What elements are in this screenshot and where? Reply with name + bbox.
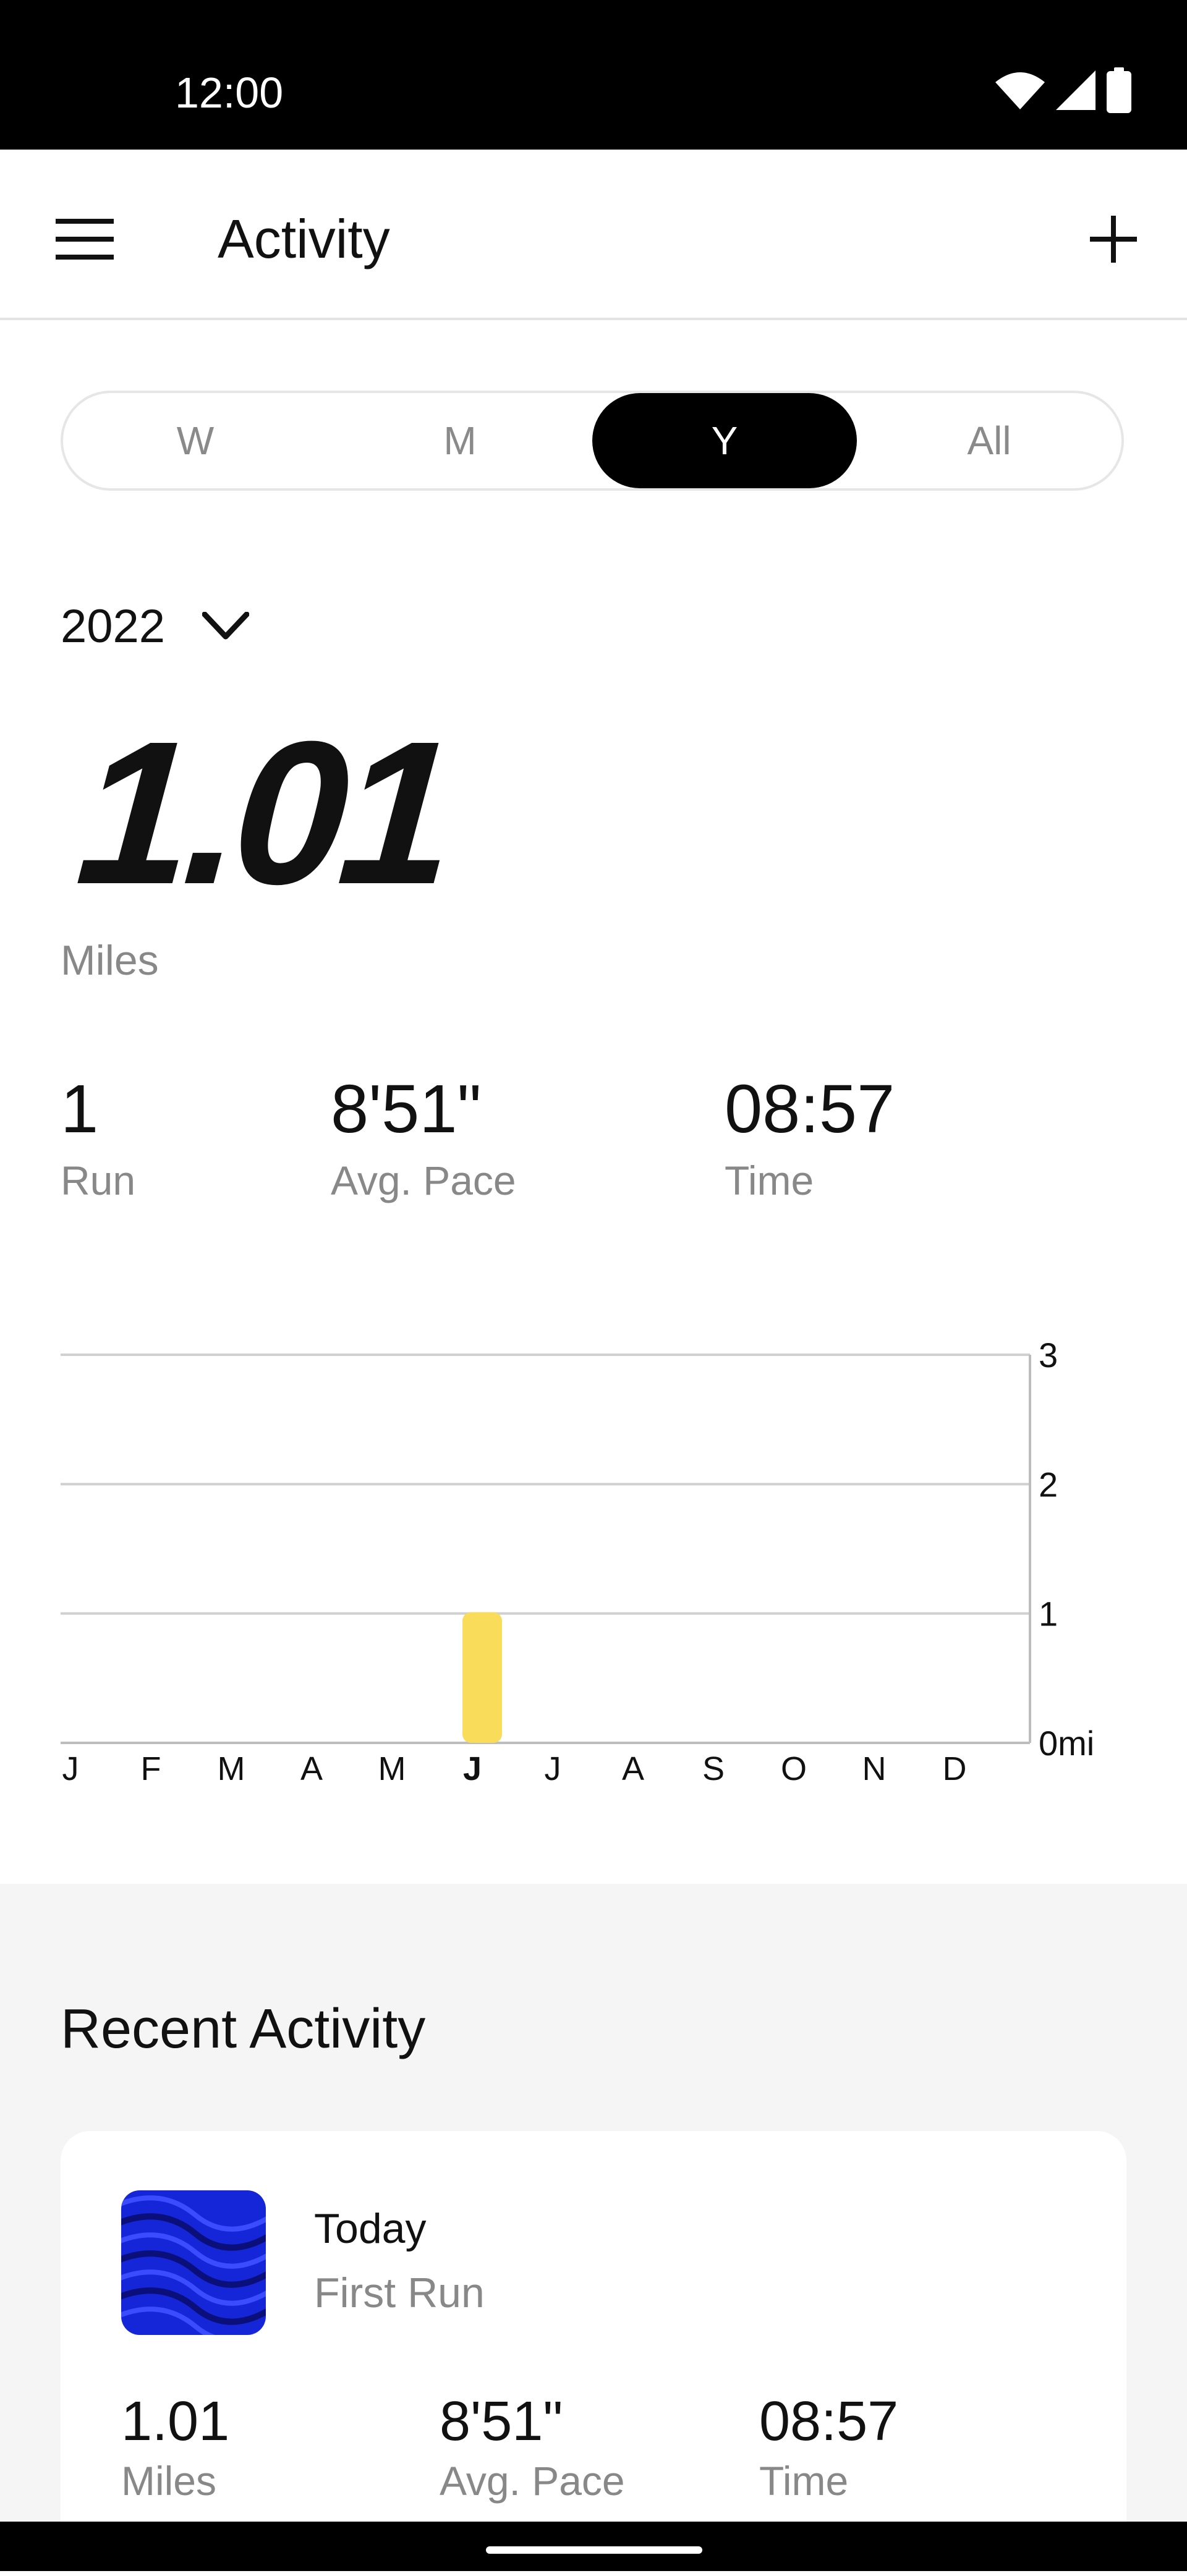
signal-icon bbox=[1056, 70, 1096, 110]
wifi-icon bbox=[995, 72, 1045, 109]
stat-runs: 1 Run bbox=[61, 1069, 135, 1205]
chart-x-tick-label: M bbox=[218, 1750, 245, 1787]
stat-label: Avg. Pace bbox=[331, 1158, 516, 1203]
chart-x-tick-label: O bbox=[781, 1750, 807, 1787]
battery-icon bbox=[1107, 67, 1131, 113]
status-time: 12:00 bbox=[175, 69, 284, 117]
menu-icon bbox=[56, 219, 114, 260]
total-distance-unit: Miles bbox=[61, 937, 159, 984]
chart-x-tick-label: D bbox=[943, 1750, 967, 1787]
stat-label: Time bbox=[759, 2458, 849, 2504]
stat-label: Avg. Pace bbox=[440, 2458, 625, 2504]
yearly-distance-chart: 0mi 1 2 3 J F M A M J J A S O N D bbox=[61, 1336, 1094, 1787]
year-dropdown[interactable]: 2022 bbox=[61, 592, 250, 660]
chevron-down-icon bbox=[202, 612, 250, 640]
chart-y-tick-label: 0mi bbox=[1039, 1724, 1094, 1763]
chart-x-tick-label: J bbox=[463, 1750, 482, 1787]
period-tabs: W M Y All bbox=[61, 391, 1124, 491]
page-title: Activity bbox=[218, 208, 390, 269]
system-nav-bar bbox=[0, 2522, 1187, 2571]
total-distance-value: 1.01 bbox=[71, 698, 455, 926]
year-label: 2022 bbox=[61, 600, 166, 653]
status-icons bbox=[995, 67, 1131, 114]
stat-value: 1.01 bbox=[121, 2391, 230, 2452]
menu-button[interactable] bbox=[43, 198, 126, 281]
chart-x-tick-label: A bbox=[622, 1750, 644, 1787]
activity-stat-pace: 8'51" Avg. Pace bbox=[440, 2391, 625, 2506]
stat-value: 8'51" bbox=[331, 1071, 482, 1147]
stat-avg-pace: 8'51" Avg. Pace bbox=[331, 1069, 516, 1205]
stat-label: Time bbox=[725, 1158, 814, 1203]
chart-bar bbox=[462, 1612, 502, 1743]
chart-x-tick-label: S bbox=[702, 1750, 725, 1787]
stat-value: 08:57 bbox=[759, 2391, 899, 2452]
activity-stat-distance: 1.01 Miles bbox=[121, 2391, 229, 2506]
activity-stat-time: 08:57 Time bbox=[759, 2391, 898, 2506]
activity-card[interactable]: Today First Run 1.01 Miles 8'51" Avg. Pa… bbox=[61, 2131, 1126, 2576]
chart-x-tick-label: M bbox=[378, 1750, 406, 1787]
activity-date: Today bbox=[314, 2205, 427, 2252]
tab-all[interactable]: All bbox=[857, 393, 1121, 488]
stat-value: 08:57 bbox=[725, 1071, 895, 1147]
chart-y-tick-label: 1 bbox=[1039, 1595, 1058, 1633]
recent-activity-section: Recent Activity Today First Run 1.01 Mil… bbox=[0, 1884, 1187, 2576]
app-bar: Activity bbox=[0, 150, 1187, 320]
plus-icon bbox=[1090, 216, 1137, 263]
chart-x-tick-label: F bbox=[141, 1750, 161, 1787]
chart-x-tick-label: J bbox=[545, 1750, 561, 1787]
chart-x-tick-label: N bbox=[862, 1750, 887, 1787]
stat-value: 1 bbox=[61, 1071, 99, 1147]
chart-x-tick-label: A bbox=[300, 1750, 323, 1787]
chart-y-tick-label: 2 bbox=[1039, 1465, 1058, 1504]
tab-week[interactable]: W bbox=[63, 393, 328, 488]
add-activity-button[interactable] bbox=[1072, 198, 1155, 281]
tab-year[interactable]: Y bbox=[592, 393, 857, 488]
home-indicator[interactable] bbox=[486, 2546, 702, 2554]
section-title: Recent Activity bbox=[61, 1998, 426, 2060]
chart-y-tick-label: 3 bbox=[1039, 1336, 1058, 1375]
stat-value: 8'51" bbox=[440, 2391, 563, 2452]
tab-month[interactable]: M bbox=[328, 393, 592, 488]
status-bar: 12:00 bbox=[0, 0, 1187, 150]
stat-label: Miles bbox=[121, 2458, 217, 2504]
chart-x-tick-label: J bbox=[62, 1750, 79, 1787]
wave-pattern-icon bbox=[121, 2190, 266, 2335]
activity-thumbnail bbox=[121, 2190, 266, 2335]
stat-time: 08:57 Time bbox=[725, 1069, 895, 1205]
activity-name: First Run bbox=[314, 2269, 485, 2316]
stat-label: Run bbox=[61, 1158, 136, 1203]
